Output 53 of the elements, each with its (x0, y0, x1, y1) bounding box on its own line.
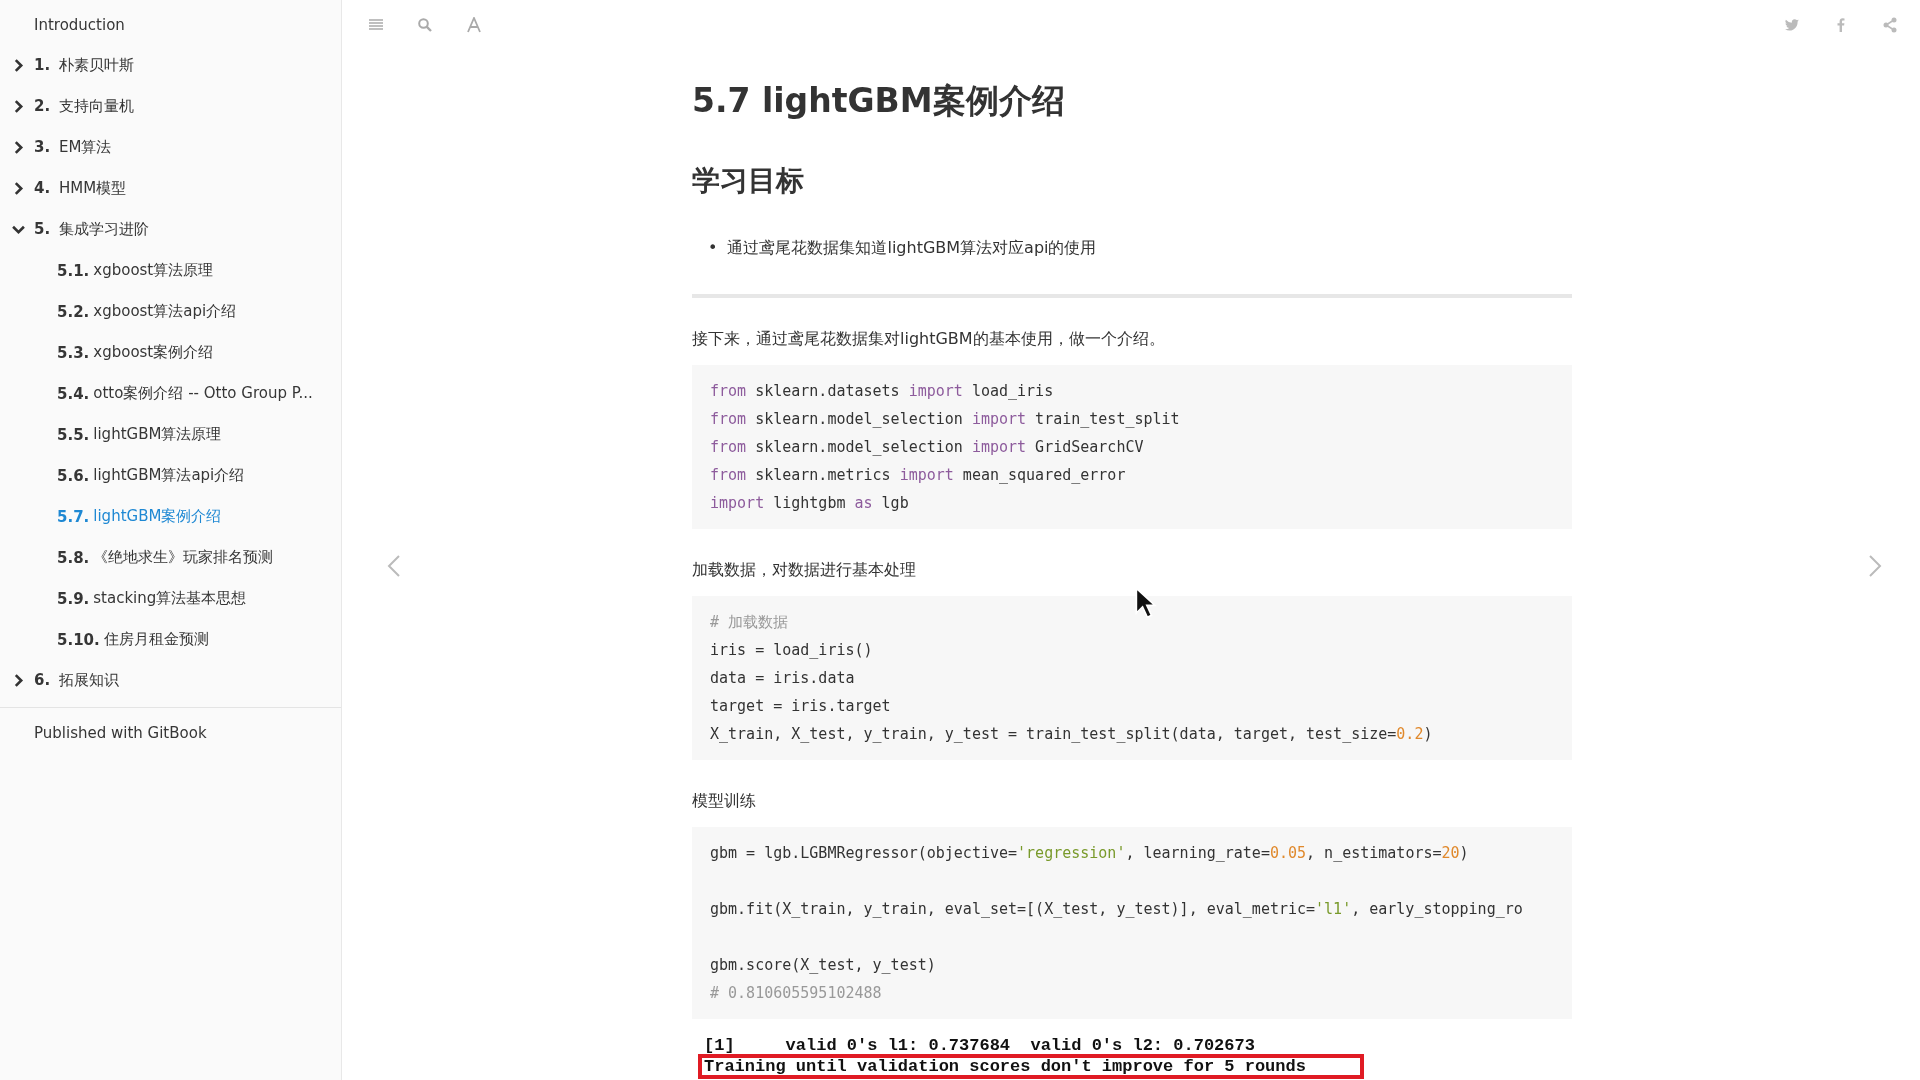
section-item[interactable]: 5.1. xgboost算法原理 (0, 250, 214, 291)
chapter-item[interactable]: 4. HMM模型 (0, 168, 127, 209)
chapter-item[interactable]: 5. 集成学习进阶 (0, 209, 149, 250)
section-heading: 学习目标 (692, 163, 804, 199)
page-title: 5.7 lightGBM案例介绍 (692, 81, 1065, 121)
paragraph: 加载数据，对数据进行基本处理 (692, 559, 916, 581)
code-line: iris = load_iris() (710, 640, 873, 661)
chapter-item[interactable]: 6. 拓展知识 (0, 660, 119, 701)
nav-link[interactable]: Introduction (0, 4, 125, 45)
chapter-item[interactable]: 1. 朴素贝叶斯 (0, 45, 134, 86)
chevron-right-icon[interactable] (12, 59, 25, 72)
bullet-item: 通过鸢尾花数据集知道lightGBM算法对应api的使用 (727, 237, 1097, 259)
section-item[interactable]: 5.9. stacking算法基本思想 (0, 578, 247, 619)
paragraph: 模型训练 (692, 790, 756, 812)
chevron-right-icon[interactable] (12, 674, 25, 687)
paragraph: 接下来，通过鸢尾花数据集对lightGBM的基本使用，做一个介绍。 (692, 328, 1165, 350)
section-item[interactable]: 5.7. lightGBM案例介绍 (0, 496, 222, 537)
code-line: gbm.score(X_test, y_test) (710, 955, 936, 976)
code-line: from sklearn.model_selection import GridSearchCV (710, 437, 1144, 458)
section-item[interactable]: 5.10. 住房月租金预测 (0, 619, 209, 660)
code-line: gbm = lgb.LGBMRegressor(objective='regression', learning_rate=0.05, n_estimators=20) (710, 843, 1469, 864)
section-item[interactable]: 5.5. lightGBM算法原理 (0, 414, 222, 455)
code-line: from sklearn.datasets import load_iris (710, 381, 1054, 402)
code-line: gbm.fit(X_train, y_train, eval_set=[(X_test, y_test)], eval_metric='l1', early_stopping_ro (710, 899, 1523, 920)
search-icon[interactable] (417, 17, 433, 33)
code-line: from sklearn.model_selection import train_test_split (710, 409, 1180, 430)
next-page-icon[interactable] (1868, 554, 1882, 578)
chapter-item[interactable]: 3. EM算法 (0, 127, 112, 168)
chapter-item[interactable]: 2. 支持向量机 (0, 86, 134, 127)
chevron-right-icon[interactable] (12, 182, 25, 195)
code-line: X_train, X_test, y_train, y_test = train_test_split(data, target, test_size=0.2) (710, 724, 1433, 745)
code-line: # 加载数据 (710, 612, 789, 633)
code-line: data = iris.data (710, 668, 855, 689)
code-line: target = iris.target (710, 696, 891, 717)
code-line: import lightgbm as lgb (710, 493, 909, 514)
bullet-marker: • (708, 237, 718, 259)
chevron-down-icon[interactable] (12, 223, 25, 236)
bird-icon[interactable] (1784, 17, 1800, 33)
chevron-right-icon[interactable] (12, 100, 25, 113)
section-item[interactable]: 5.6. lightGBM算法api介绍 (0, 455, 245, 496)
font-icon[interactable] (466, 17, 482, 33)
previous-page-icon[interactable] (387, 554, 401, 578)
section-item[interactable]: 5.2. xgboost算法api介绍 (0, 291, 237, 332)
menu-icon[interactable] (368, 17, 384, 33)
code-line: from sklearn.metrics import mean_squared_error (710, 465, 1126, 486)
code-line: # 0.810605595102488 (710, 983, 882, 1004)
chevron-right-icon[interactable] (12, 141, 25, 154)
section-item[interactable]: 5.8. 《绝地求生》玩家排名预测 (0, 537, 274, 578)
share-icon[interactable] (1882, 17, 1898, 33)
section-item[interactable]: 5.3. xgboost案例介绍 (0, 332, 214, 373)
section-item[interactable]: 5.4. otto案例介绍 -- Otto Group P... (0, 373, 313, 414)
output-line: [1] valid 0's l1: 0.737684 valid 0's l2: 0.702673 (703, 1037, 1256, 1054)
gitbook-link[interactable]: Published with GitBook (0, 712, 207, 753)
